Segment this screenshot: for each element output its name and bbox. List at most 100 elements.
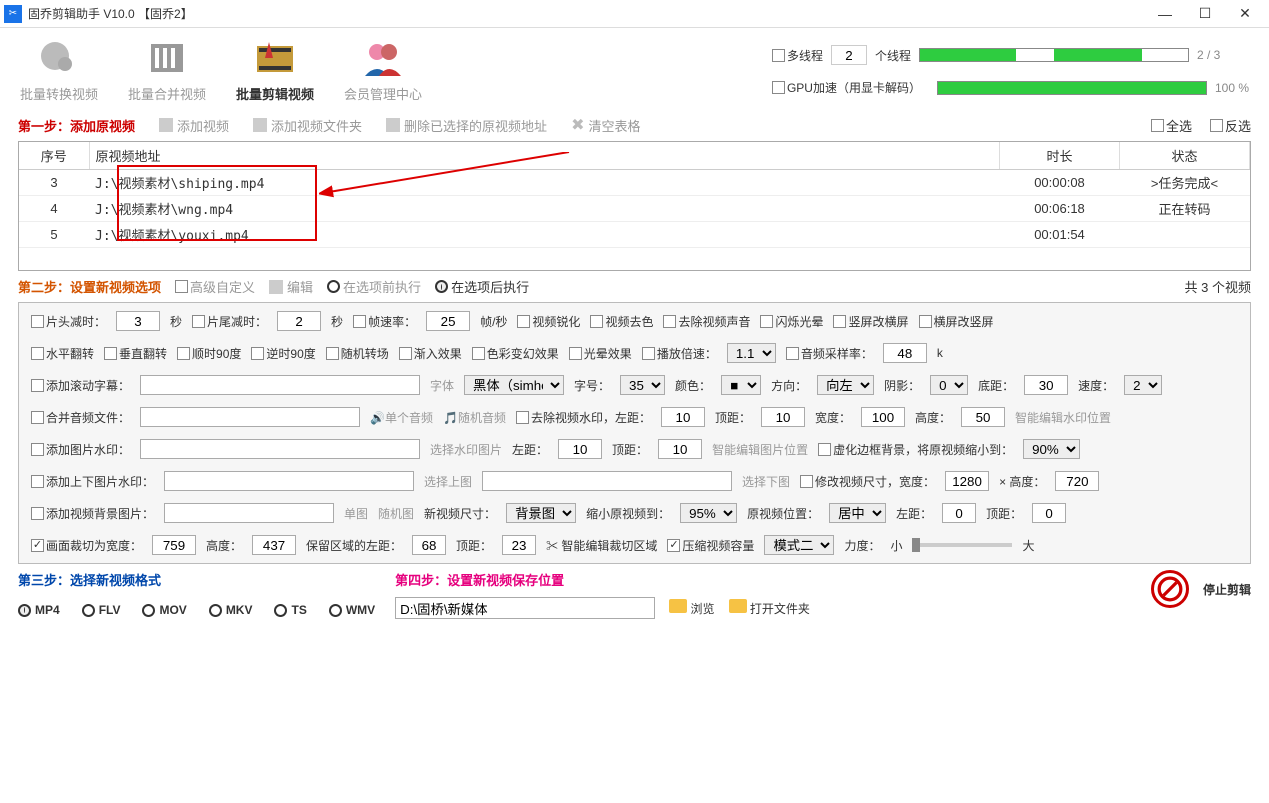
speed-checkbox[interactable]: [642, 347, 655, 360]
horiz2vert-checkbox[interactable]: [919, 315, 932, 328]
batch-merge-button[interactable]: 批量合并视频: [128, 38, 206, 103]
wm-left-input[interactable]: [661, 407, 705, 427]
fade-checkbox[interactable]: [399, 347, 412, 360]
before-radio[interactable]: [327, 280, 340, 293]
add-folder-button[interactable]: 添加视频文件夹: [253, 116, 362, 135]
mute-checkbox[interactable]: [663, 315, 676, 328]
maximize-button[interactable]: ☐: [1185, 0, 1225, 28]
top-img-input[interactable]: [164, 471, 414, 491]
open-folder-button[interactable]: 打开文件夹: [729, 599, 810, 617]
col-path[interactable]: 原视频地址: [89, 142, 1000, 170]
scroll-text-input[interactable]: [140, 375, 420, 395]
blur-pct-select[interactable]: 90%: [1023, 439, 1080, 459]
batch-edit-button[interactable]: 批量剪辑视频: [236, 38, 314, 103]
format-mkv[interactable]: MKV: [209, 603, 253, 617]
resize-checkbox[interactable]: [800, 475, 813, 488]
random-audio-btn[interactable]: 🎵随机音频: [443, 409, 506, 426]
save-path-input[interactable]: [395, 597, 655, 619]
fps-checkbox[interactable]: [353, 315, 366, 328]
col-seq[interactable]: 序号: [19, 142, 89, 170]
strength-slider[interactable]: [912, 543, 1012, 547]
scroll-speed-select[interactable]: 2: [1124, 375, 1162, 395]
pos-top-input[interactable]: [1032, 503, 1066, 523]
keep-left-input[interactable]: [412, 535, 446, 555]
vflip-checkbox[interactable]: [104, 347, 117, 360]
edit-button[interactable]: 编辑: [269, 277, 313, 296]
wm-height-input[interactable]: [961, 407, 1005, 427]
vert2horiz-checkbox[interactable]: [833, 315, 846, 328]
topbot-img-checkbox[interactable]: [31, 475, 44, 488]
col-duration[interactable]: 时长: [1000, 142, 1120, 170]
img-wm-checkbox[interactable]: [31, 443, 44, 456]
pos-select[interactable]: 居中: [829, 503, 886, 523]
minimize-button[interactable]: —: [1145, 0, 1185, 28]
delete-selected-button[interactable]: 删除已选择的原视频地址: [386, 116, 547, 135]
single-audio-btn[interactable]: 🔊单个音频: [370, 409, 433, 426]
compress-checkbox[interactable]: [667, 539, 680, 552]
shadow-select[interactable]: 0: [930, 375, 968, 395]
thread-count-input[interactable]: [831, 45, 867, 65]
table-row[interactable]: 3J:\视频素材\shiping.mp400:00:08>任务完成<: [19, 170, 1250, 196]
bg-img-checkbox[interactable]: [31, 507, 44, 520]
single-img-btn[interactable]: 单图: [344, 505, 368, 522]
head-trim-checkbox[interactable]: [31, 315, 44, 328]
choose-bot-btn[interactable]: 选择下图: [742, 473, 790, 490]
clear-table-button[interactable]: ✖清空表格: [571, 115, 640, 135]
format-flv[interactable]: FLV: [82, 603, 121, 617]
img-wm-input[interactable]: [140, 439, 420, 459]
bot-img-input[interactable]: [482, 471, 732, 491]
gpu-checkbox[interactable]: [772, 81, 785, 94]
invert-checkbox[interactable]: [1210, 119, 1223, 132]
shrink-select[interactable]: 95%: [680, 503, 737, 523]
col-status[interactable]: 状态: [1120, 142, 1250, 170]
blur-border-checkbox[interactable]: [818, 443, 831, 456]
close-button[interactable]: ✕: [1225, 0, 1265, 28]
batch-convert-button[interactable]: 批量转换视频: [20, 38, 98, 103]
format-mov[interactable]: MOV: [142, 603, 186, 617]
merge-audio-checkbox[interactable]: [31, 411, 44, 424]
browse-button[interactable]: 浏览: [669, 599, 714, 617]
table-row[interactable]: 5J:\视频素材\youxi.mp400:01:54: [19, 222, 1250, 248]
bg-img-input[interactable]: [164, 503, 334, 523]
font-size-select[interactable]: 35: [620, 375, 665, 395]
font-color-select[interactable]: ■: [721, 375, 761, 395]
tail-trim-input[interactable]: [277, 311, 321, 331]
remove-wm-checkbox[interactable]: [516, 411, 529, 424]
after-radio[interactable]: [435, 280, 448, 293]
sharpen-checkbox[interactable]: [517, 315, 530, 328]
img-left-input[interactable]: [558, 439, 602, 459]
compress-mode-select[interactable]: 模式二: [764, 535, 834, 555]
head-trim-input[interactable]: [116, 311, 160, 331]
wm-top-input[interactable]: [761, 407, 805, 427]
bottom-margin-input[interactable]: [1024, 375, 1068, 395]
new-size-select[interactable]: 背景图: [506, 503, 576, 523]
font-select[interactable]: 黑体（simhei）: [464, 375, 564, 395]
member-center-button[interactable]: 会员管理中心: [344, 38, 422, 103]
stop-button[interactable]: [1151, 570, 1189, 608]
direction-select[interactable]: 向左: [817, 375, 874, 395]
hflip-checkbox[interactable]: [31, 347, 44, 360]
random-img-btn[interactable]: 随机图: [378, 505, 414, 522]
advanced-checkbox[interactable]: [175, 280, 188, 293]
resize-h-input[interactable]: [1055, 471, 1099, 491]
add-video-button[interactable]: 添加视频: [159, 116, 229, 135]
crop-w-input[interactable]: [152, 535, 196, 555]
color-shift-checkbox[interactable]: [472, 347, 485, 360]
fps-input[interactable]: [426, 311, 470, 331]
resize-w-input[interactable]: [945, 471, 989, 491]
crop-checkbox[interactable]: [31, 539, 44, 552]
select-all-checkbox[interactable]: [1151, 119, 1164, 132]
choose-top-btn[interactable]: 选择上图: [424, 473, 472, 490]
audio-rate-checkbox[interactable]: [786, 347, 799, 360]
table-row[interactable]: 4J:\视频素材\wng.mp400:06:18正在转码: [19, 196, 1250, 222]
scroll-text-checkbox[interactable]: [31, 379, 44, 392]
multithread-checkbox[interactable]: [772, 49, 785, 62]
choose-wm-btn[interactable]: 选择水印图片: [430, 441, 502, 458]
keep-top-input[interactable]: [502, 535, 536, 555]
tail-trim-checkbox[interactable]: [192, 315, 205, 328]
wm-width-input[interactable]: [861, 407, 905, 427]
smart-wm-btn[interactable]: 智能编辑水印位置: [1015, 409, 1111, 426]
audio-rate-input[interactable]: [883, 343, 927, 363]
crop-h-input[interactable]: [252, 535, 296, 555]
desat-checkbox[interactable]: [590, 315, 603, 328]
